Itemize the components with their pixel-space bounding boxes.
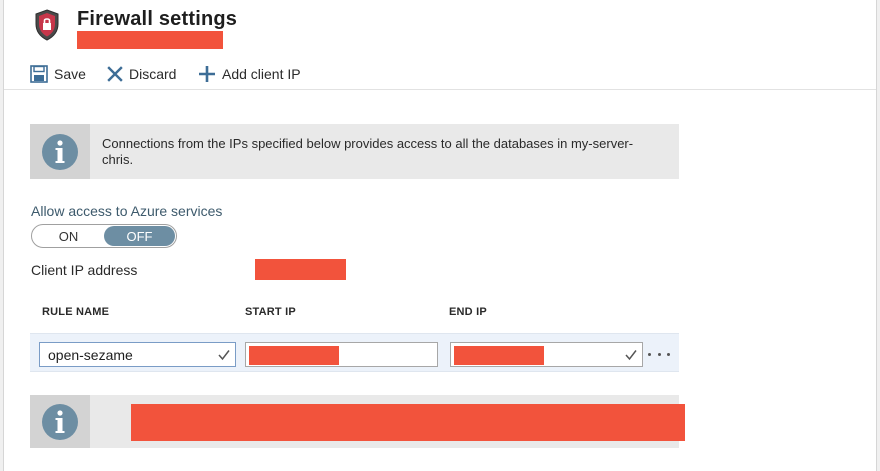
check-icon (625, 350, 637, 361)
redacted-end-ip (454, 346, 544, 365)
info-banner-text: Connections from the IPs specified below… (102, 136, 634, 167)
close-icon (107, 66, 123, 82)
end-ip-field[interactable] (450, 342, 643, 367)
save-button[interactable]: Save (30, 62, 86, 86)
blade-header: Firewall settings (4, 0, 876, 56)
redacted-info-text (131, 404, 685, 441)
azure-access-label: Allow access to Azure services (31, 203, 223, 219)
shield-icon (34, 9, 60, 41)
toggle-option-on[interactable]: ON (33, 226, 104, 246)
plus-icon (199, 66, 215, 82)
table-row (30, 333, 679, 372)
client-ip-label: Client IP address (31, 262, 138, 278)
save-icon (30, 65, 48, 83)
start-ip-field[interactable] (245, 342, 438, 367)
discard-button[interactable]: Discard (107, 62, 176, 86)
add-client-ip-label: Add client IP (222, 66, 301, 82)
firewall-settings-blade: Firewall settings Save Discard Add clien… (0, 0, 880, 471)
save-label: Save (54, 66, 86, 82)
column-header-start-ip: START IP (245, 306, 296, 318)
check-icon (218, 350, 230, 361)
discard-label: Discard (129, 66, 177, 82)
toggle-option-off[interactable]: OFF (104, 226, 175, 246)
column-header-end-ip: END IP (449, 306, 487, 318)
info-icon (30, 395, 90, 448)
right-edge (876, 0, 880, 471)
info-banner: Connections from the IPs specified below… (30, 124, 679, 179)
page-title: Firewall settings (77, 8, 238, 30)
rule-name-input[interactable] (48, 346, 208, 364)
redacted-client-ip (255, 259, 346, 280)
add-client-ip-button[interactable]: Add client IP (198, 62, 301, 86)
info-banner-bottom (30, 395, 685, 448)
azure-access-toggle[interactable]: ON OFF (31, 224, 177, 248)
redacted-start-ip (249, 346, 339, 365)
redacted-subtitle (77, 31, 223, 49)
command-bar: Save Discard Add client IP (4, 58, 876, 90)
more-options-icon[interactable] (648, 348, 670, 360)
rule-name-field[interactable] (39, 342, 236, 367)
info-icon (30, 124, 90, 179)
column-header-rule-name: RULE NAME (42, 306, 110, 318)
